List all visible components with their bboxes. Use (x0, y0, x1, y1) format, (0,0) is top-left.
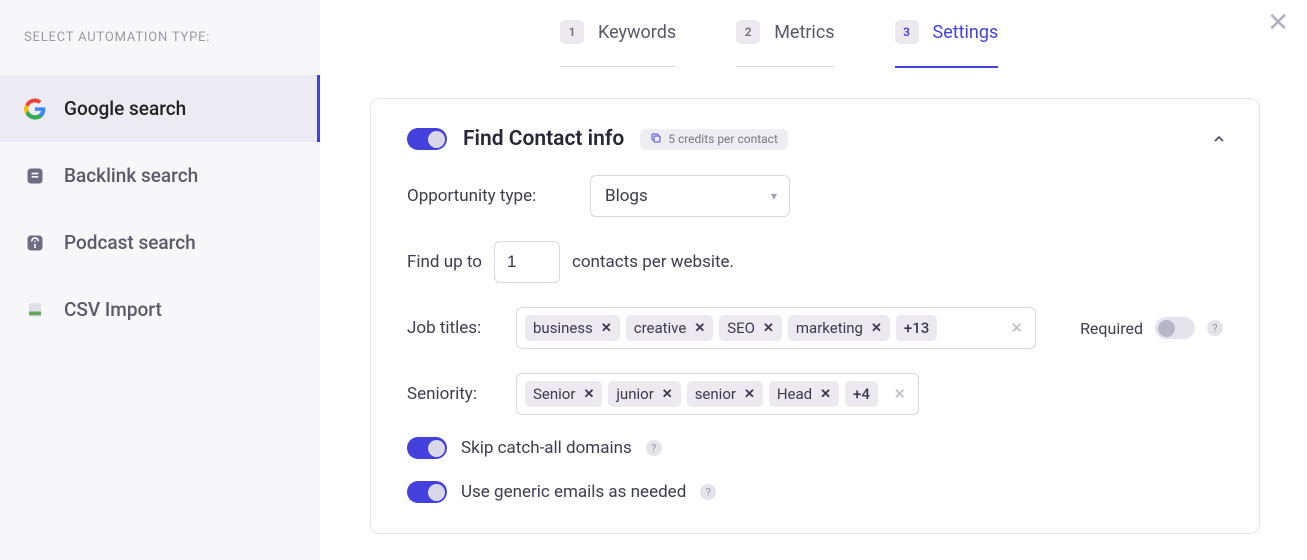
tag[interactable]: junior✕ (608, 381, 680, 407)
card-header: Find Contact info 5 credits per contact (407, 127, 1223, 151)
backlink-icon (24, 165, 46, 187)
help-icon[interactable]: ? (646, 440, 662, 456)
remove-tag-icon[interactable]: ✕ (820, 387, 831, 402)
tab-number: 3 (895, 20, 919, 44)
help-icon[interactable]: ? (1207, 320, 1223, 336)
skip-catchall-toggle[interactable] (407, 437, 447, 459)
findupto-row: Find up to contacts per website. (407, 241, 1223, 283)
tab-keywords[interactable]: 1 Keywords (560, 20, 676, 68)
google-icon (24, 98, 46, 120)
remove-tag-icon[interactable]: ✕ (744, 387, 755, 402)
close-icon[interactable]: ✕ (1267, 10, 1289, 36)
tag[interactable]: senior✕ (687, 381, 763, 407)
skip-catchall-label: Skip catch-all domains (461, 438, 632, 458)
generic-emails-label: Use generic emails as needed (461, 482, 686, 502)
sidebar: SELECT AUTOMATION TYPE: Google search Ba… (0, 0, 320, 560)
tab-number: 2 (736, 20, 760, 44)
clear-all-icon[interactable]: ✕ (893, 385, 906, 403)
sidebar-item-label: Podcast search (64, 231, 196, 254)
sidebar-item-google-search[interactable]: Google search (0, 75, 320, 142)
sidebar-item-backlink-search[interactable]: Backlink search (0, 142, 320, 209)
remove-tag-icon[interactable]: ✕ (694, 321, 705, 336)
remove-tag-icon[interactable]: ✕ (662, 387, 673, 402)
required-wrap: Required ? (1080, 317, 1223, 339)
tag-more[interactable]: +13 (896, 315, 937, 341)
contacts-count-input[interactable] (494, 241, 560, 283)
podcast-icon (24, 232, 46, 254)
tab-label: Settings (933, 22, 999, 43)
tag-more[interactable]: +4 (845, 381, 878, 407)
findupto-suffix: contacts per website. (572, 252, 734, 272)
generic-emails-row: Use generic emails as needed ? (407, 481, 1223, 503)
findupto-prefix: Find up to (407, 252, 482, 272)
remove-tag-icon[interactable]: ✕ (601, 321, 612, 336)
sidebar-item-label: CSV Import (64, 298, 162, 321)
tag[interactable]: creative✕ (626, 315, 714, 341)
seniority-row: Seniority: Senior✕ junior✕ senior✕ Head✕… (407, 373, 1223, 415)
tag[interactable]: SEO✕ (719, 315, 782, 341)
tag[interactable]: Head✕ (769, 381, 839, 407)
required-label: Required (1080, 319, 1143, 338)
tag[interactable]: business✕ (525, 315, 620, 341)
skip-catchall-row: Skip catch-all domains ? (407, 437, 1223, 459)
tab-settings[interactable]: 3 Settings (895, 20, 999, 68)
sidebar-item-label: Backlink search (64, 164, 198, 187)
jobtitles-row: Job titles: business✕ creative✕ SEO✕ mar… (407, 307, 1223, 349)
tag[interactable]: Senior✕ (525, 381, 602, 407)
tab-metrics[interactable]: 2 Metrics (736, 20, 834, 68)
csv-icon (24, 299, 46, 321)
find-contact-toggle[interactable] (407, 128, 447, 150)
sidebar-item-csv-import[interactable]: CSV Import (0, 276, 320, 343)
seniority-input[interactable]: Senior✕ junior✕ senior✕ Head✕ +4 ✕ (516, 373, 919, 415)
opportunity-select[interactable]: Blogs ▾ (590, 175, 790, 217)
remove-tag-icon[interactable]: ✕ (763, 321, 774, 336)
sidebar-item-label: Google search (64, 97, 186, 120)
generic-emails-toggle[interactable] (407, 481, 447, 503)
tag[interactable]: marketing✕ (788, 315, 890, 341)
settings-card: Find Contact info 5 credits per contact … (370, 98, 1260, 534)
sidebar-item-podcast-search[interactable]: Podcast search (0, 209, 320, 276)
jobtitles-input[interactable]: business✕ creative✕ SEO✕ marketing✕ +13 … (516, 307, 1036, 349)
tabs: 1 Keywords 2 Metrics 3 Settings (370, 0, 1277, 68)
seniority-label: Seniority: (407, 384, 492, 404)
credits-badge: 5 credits per contact (640, 129, 788, 150)
card-title: Find Contact info (463, 127, 624, 151)
copy-icon (650, 132, 662, 147)
select-value: Blogs (605, 186, 648, 206)
required-toggle[interactable] (1155, 317, 1195, 339)
jobtitles-label: Job titles: (407, 318, 492, 338)
help-icon[interactable]: ? (700, 484, 716, 500)
chevron-down-icon: ▾ (771, 189, 777, 203)
opportunity-row: Opportunity type: Blogs ▾ (407, 175, 1223, 217)
opportunity-label: Opportunity type: (407, 186, 572, 206)
sidebar-title: SELECT AUTOMATION TYPE: (0, 30, 320, 75)
remove-tag-icon[interactable]: ✕ (871, 321, 882, 336)
badge-text: 5 credits per contact (668, 132, 778, 146)
main-panel: ✕ 1 Keywords 2 Metrics 3 Settings Find C… (320, 0, 1307, 560)
chevron-up-icon[interactable] (1211, 131, 1227, 151)
tab-number: 1 (560, 20, 584, 44)
remove-tag-icon[interactable]: ✕ (583, 387, 594, 402)
tab-label: Metrics (774, 22, 834, 43)
tab-label: Keywords (598, 22, 676, 43)
clear-all-icon[interactable]: ✕ (1010, 319, 1023, 337)
